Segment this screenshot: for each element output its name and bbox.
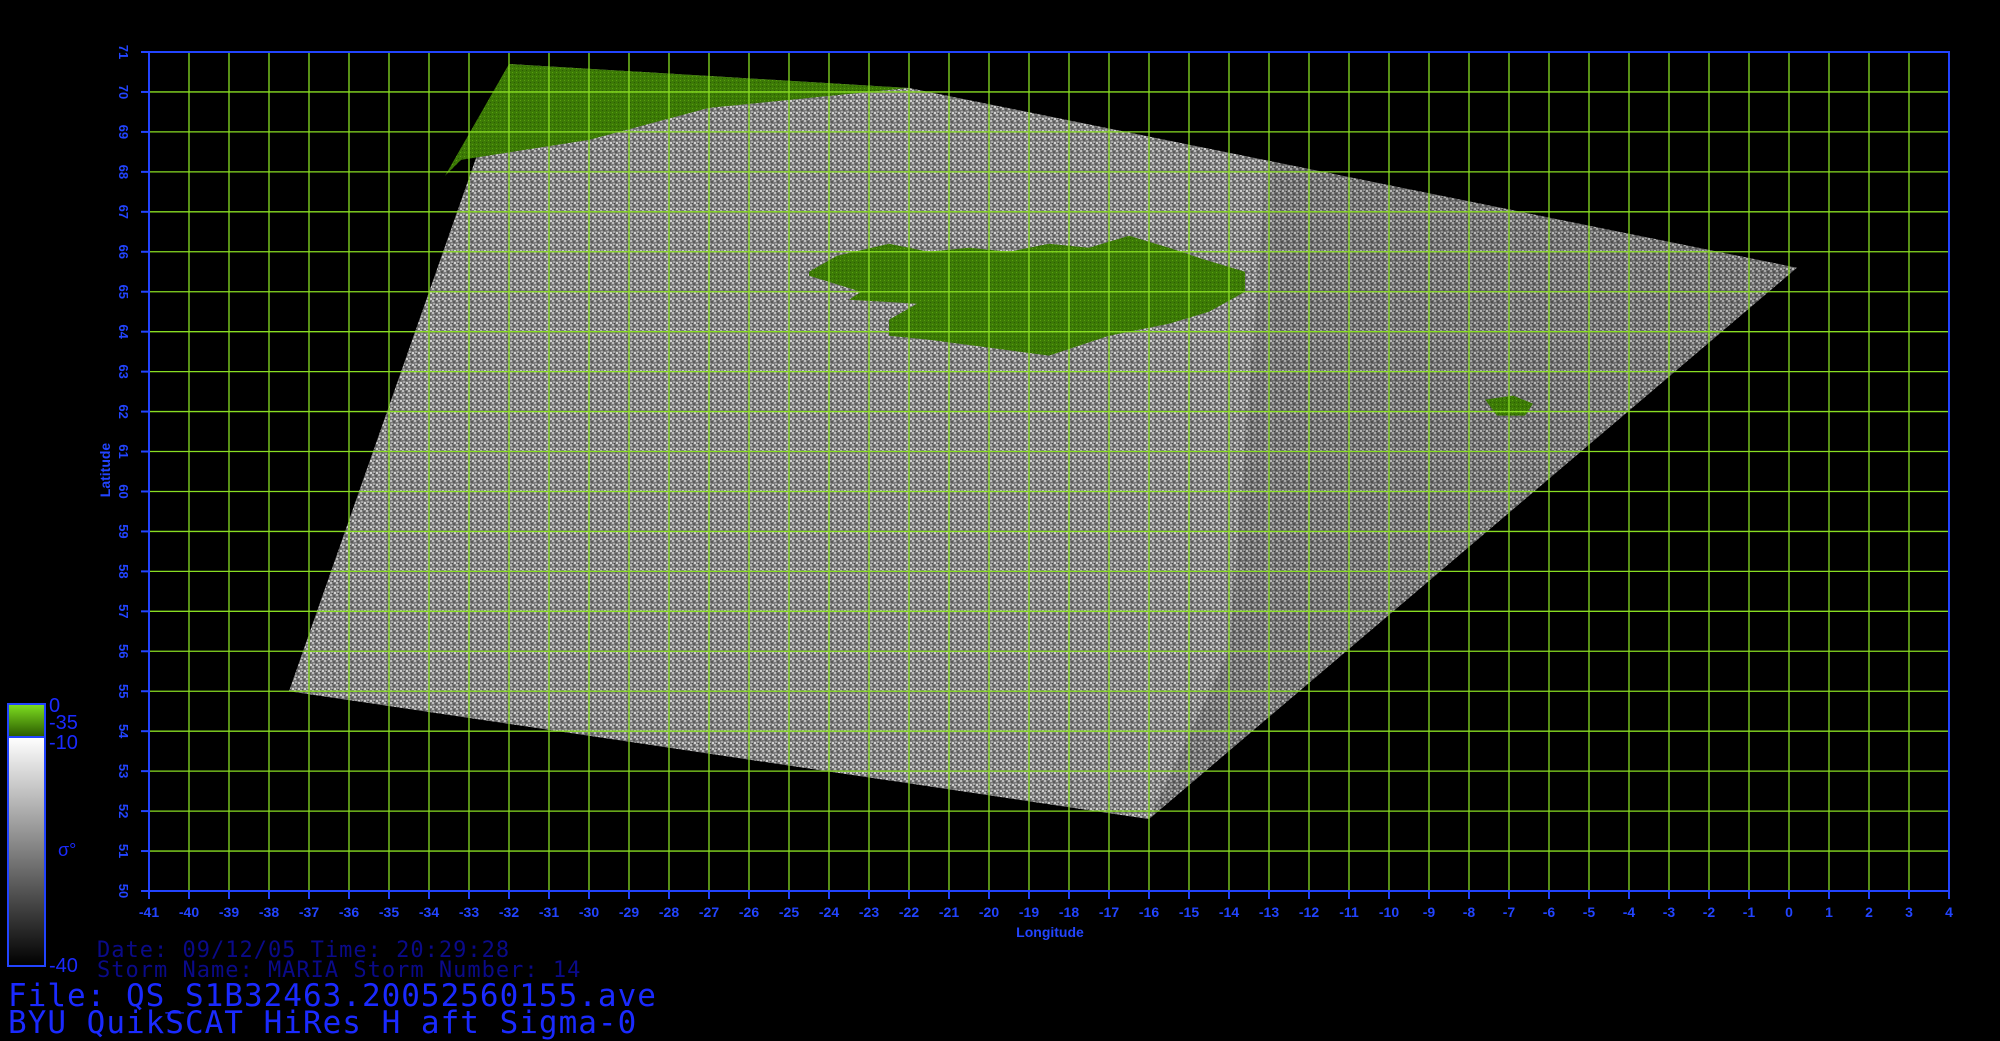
land-color-swatch xyxy=(7,703,46,738)
longitude-tick-label: -18 xyxy=(1059,904,1079,920)
longitude-tick-label: -14 xyxy=(1219,904,1239,920)
latitude-tick-label: 55 xyxy=(116,684,131,698)
latitude-tick-label: 70 xyxy=(116,85,131,99)
longitude-tick-label: -19 xyxy=(1019,904,1039,920)
longitude-tick-label: -33 xyxy=(459,904,479,920)
latitude-tick-label: 52 xyxy=(116,804,131,818)
longitude-tick-label: -37 xyxy=(299,904,319,920)
latitude-tick-label: 66 xyxy=(116,245,131,259)
legend-scale-top-label: -10 xyxy=(49,732,78,754)
longitude-tick-label: 4 xyxy=(1945,904,1953,920)
longitude-tick-label: -6 xyxy=(1543,904,1556,920)
longitude-tick-label: -11 xyxy=(1339,904,1359,920)
latitude-tick-label: 60 xyxy=(116,484,131,498)
longitude-tick-label: -36 xyxy=(339,904,359,920)
legend-scale-bottom-label: -40 xyxy=(49,955,78,977)
longitude-tick-label: -1 xyxy=(1743,904,1756,920)
longitude-tick-label: -29 xyxy=(619,904,639,920)
latitude-tick-label: 58 xyxy=(116,564,131,578)
latitude-tick-label: 62 xyxy=(116,404,131,418)
latitude-tick-label: 56 xyxy=(116,644,131,658)
longitude-tick-label: -15 xyxy=(1179,904,1199,920)
longitude-tick-label: -34 xyxy=(419,904,439,920)
longitude-tick-label: 1 xyxy=(1825,904,1833,920)
longitude-tick-label: 2 xyxy=(1865,904,1873,920)
longitude-tick-label: -4 xyxy=(1623,904,1636,920)
legend-sigma-symbol: σ° xyxy=(58,840,77,860)
longitude-tick-label: 3 xyxy=(1905,904,1913,920)
latitude-tick-label: 67 xyxy=(116,205,131,219)
latitude-tick-label: 59 xyxy=(116,524,131,538)
longitude-tick-label: -9 xyxy=(1423,904,1436,920)
y-axis-label: Latitude xyxy=(97,443,113,498)
longitude-tick-label: -21 xyxy=(939,904,959,920)
longitude-tick-label: -24 xyxy=(819,904,839,920)
latitude-tick-label: 53 xyxy=(116,764,131,778)
longitude-tick-label: 0 xyxy=(1785,904,1793,920)
longitude-tick-label: -25 xyxy=(779,904,799,920)
longitude-tick-label: -32 xyxy=(499,904,519,920)
longitude-tick-label: -13 xyxy=(1259,904,1279,920)
longitude-tick-labels: -41 -40 -39 -38 -37 -36 -35 -34 -33 -32 -31 -30 -29-… xyxy=(139,891,1953,920)
color-legend xyxy=(7,703,46,967)
longitude-tick-label: -27 xyxy=(699,904,719,920)
longitude-tick-label: -39 xyxy=(219,904,239,920)
longitude-tick-label: -16 xyxy=(1139,904,1159,920)
longitude-tick-label: -3 xyxy=(1663,904,1676,920)
x-axis-label: Longitude xyxy=(1016,924,1084,940)
longitude-tick-label: -22 xyxy=(899,904,919,920)
sigma0-colorbar xyxy=(7,736,46,967)
latitude-tick-label: 64 xyxy=(116,324,131,339)
latitude-tick-label: 65 xyxy=(116,284,131,298)
longitude-tick-label: -28 xyxy=(659,904,679,920)
latitude-tick-label: 71 xyxy=(116,45,131,59)
longitude-tick-label: -26 xyxy=(739,904,759,920)
longitude-tick-label: -12 xyxy=(1299,904,1319,920)
longitude-tick-label: -40 xyxy=(179,904,199,920)
longitude-tick-label: -23 xyxy=(859,904,879,920)
latitude-tick-label: 54 xyxy=(116,724,131,739)
latitude-tick-label: 50 xyxy=(116,884,131,898)
latitude-tick-label: 63 xyxy=(116,364,131,378)
longitude-tick-label: -8 xyxy=(1463,904,1476,920)
longitude-tick-label: -20 xyxy=(979,904,999,920)
longitude-tick-label: -10 xyxy=(1379,904,1399,920)
latitude-tick-label: 57 xyxy=(116,604,131,618)
product-title-line: BYU QuikSCAT HiRes H aft Sigma-0 xyxy=(8,1005,638,1041)
longitude-tick-label: -38 xyxy=(259,904,279,920)
map-plot: -41 -40 -39 -38 -37 -36 -35 -34 -33 -32 -31 -30 -29-… xyxy=(7,45,1953,967)
longitude-tick-label: -2 xyxy=(1703,904,1716,920)
longitude-tick-label: -41 xyxy=(139,904,159,920)
longitude-tick-label: -17 xyxy=(1099,904,1119,920)
longitude-tick-label: -35 xyxy=(379,904,399,920)
longitude-tick-label: -30 xyxy=(579,904,599,920)
longitude-tick-label: -31 xyxy=(539,904,559,920)
longitude-tick-label: -7 xyxy=(1503,904,1516,920)
latitude-tick-label: 68 xyxy=(116,165,131,179)
latitude-tick-labels: 50 51 52 53 54 55 56 57 58 59 60 61 62 63 64 65 66 67 68 69… xyxy=(116,45,149,898)
latitude-tick-label: 61 xyxy=(116,444,131,458)
longitude-tick-label: -5 xyxy=(1583,904,1596,920)
latitude-tick-label: 51 xyxy=(116,844,131,858)
latitude-tick-label: 69 xyxy=(116,125,131,139)
